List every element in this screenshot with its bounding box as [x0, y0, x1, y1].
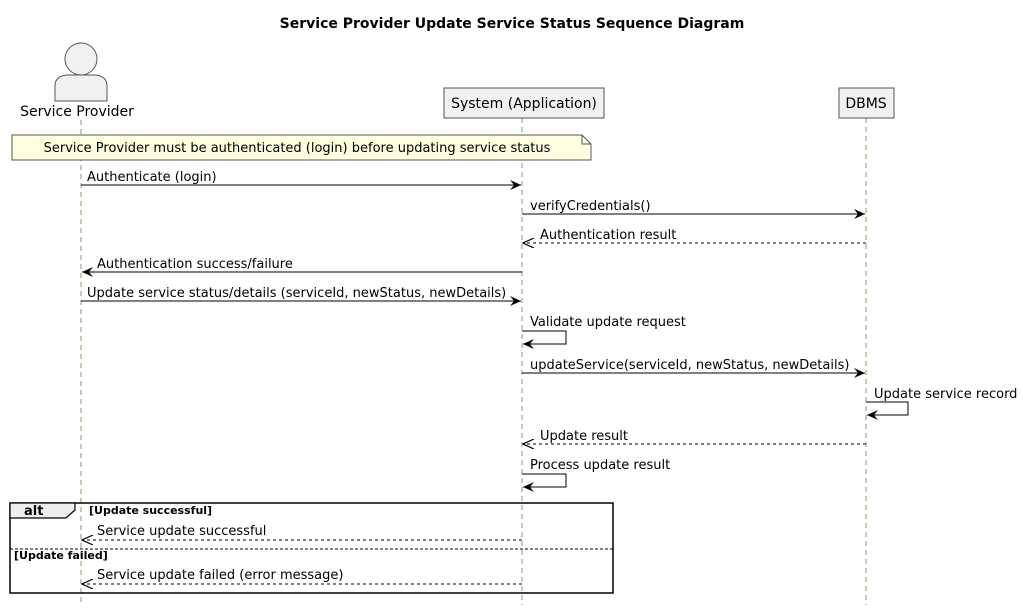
message-label: Authentication success/failure	[97, 257, 293, 272]
message-label: updateService(serviceId, newStatus, newD…	[530, 358, 849, 373]
message-label: Service update failed (error message)	[97, 568, 343, 583]
alt-guard-failed: [Update failed]	[14, 549, 108, 562]
self-message-arrow	[866, 401, 909, 420]
message-label: Update service record	[874, 387, 1017, 402]
sequence-diagram: Service Provider Update Service Status S…	[0, 0, 1023, 615]
self-message-arrow	[522, 330, 567, 349]
participant-service-provider: Service Provider	[20, 104, 134, 120]
participant-system: System (Application)	[451, 96, 597, 112]
alt-guard-success: [Update successful]	[89, 504, 212, 517]
message-label: Authenticate (login)	[87, 170, 217, 185]
diagram-title: Service Provider Update Service Status S…	[280, 16, 745, 32]
note-text: Service Provider must be authenticated (…	[44, 141, 551, 156]
message-label: Authentication result	[540, 228, 676, 243]
message-label: verifyCredentials()	[530, 199, 651, 214]
message-label: Service update successful	[97, 524, 266, 539]
message-label: Update service status/details (serviceId…	[87, 286, 506, 301]
actor-icon	[54, 42, 108, 102]
message-label: Process update result	[530, 458, 670, 473]
participant-dbms: DBMS	[845, 96, 886, 112]
self-message-arrow	[522, 473, 567, 492]
diagram-canvas: Service Provider Update Service Status S…	[9, 16, 1017, 605]
alt-keyword: alt	[24, 504, 43, 519]
message-label: Update result	[540, 429, 628, 444]
message-label: Validate update request	[530, 315, 686, 330]
